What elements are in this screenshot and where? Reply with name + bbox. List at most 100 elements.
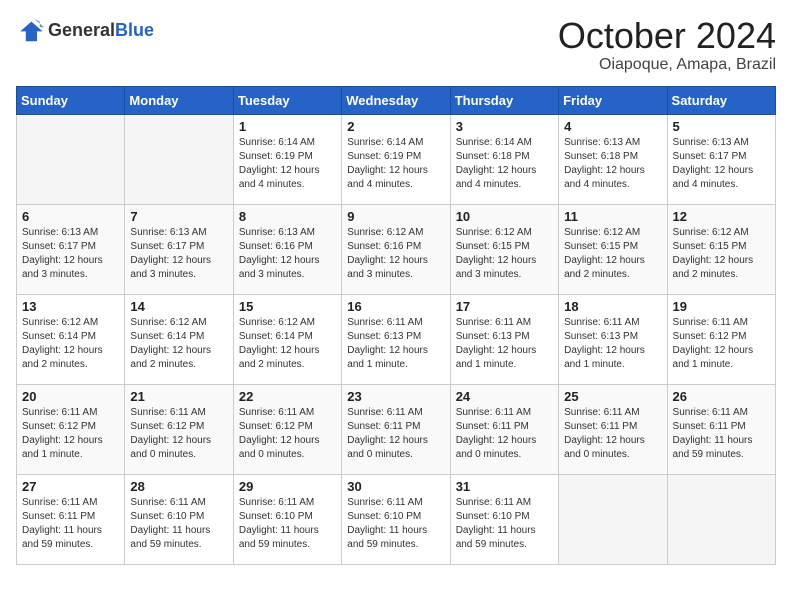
weekday-header-cell: Saturday [667,86,775,114]
logo: GeneralBlue [16,16,154,44]
day-info: Sunrise: 6:14 AM Sunset: 6:19 PM Dayligh… [239,136,336,192]
calendar-day-cell [667,474,775,564]
calendar-body: 1 Sunrise: 6:14 AM Sunset: 6:19 PM Daylig… [17,114,776,564]
calendar-day-cell: 27 Sunrise: 6:11 AM Sunset: 6:11 PM Dayli… [17,474,125,564]
day-info: Sunrise: 6:11 AM Sunset: 6:13 PM Dayligh… [456,316,553,372]
calendar-day-cell: 14Sunrise: 6:12 AM Sunset: 6:14 PM Dayli… [125,294,233,384]
calendar-day-cell: 17 Sunrise: 6:11 AM Sunset: 6:13 PM Dayli… [450,294,558,384]
calendar-day-cell: 10 Sunrise: 6:12 AM Sunset: 6:15 PM Dayli… [450,204,558,294]
calendar-day-cell: 3 Sunrise: 6:14 AM Sunset: 6:18 PM Daylig… [450,114,558,204]
day-info: Sunrise: 6:11 AM Sunset: 6:11 PM Dayligh… [673,406,770,462]
calendar-day-cell: 21Sunrise: 6:11 AM Sunset: 6:12 PM Dayli… [125,384,233,474]
calendar-week-row: 6Sunrise: 6:13 AM Sunset: 6:17 PM Daylig… [17,204,776,294]
calendar-day-cell: 24 Sunrise: 6:11 AM Sunset: 6:11 PM Dayli… [450,384,558,474]
day-number: 31 [456,479,553,494]
day-number: 9 [347,209,444,224]
weekday-header-cell: Thursday [450,86,558,114]
day-info: Sunrise: 6:12 AM Sunset: 6:15 PM Dayligh… [564,226,661,282]
day-number: 13 [22,299,119,314]
day-info: Sunrise: 6:11 AM Sunset: 6:13 PM Dayligh… [347,316,444,372]
day-number: 15 [239,299,336,314]
title-area: October 2024 Oiapoque, Amapa, Brazil [558,16,776,74]
day-number: 8 [239,209,336,224]
calendar-day-cell: 31Sunrise: 6:11 AM Sunset: 6:10 PM Dayli… [450,474,558,564]
day-number: 2 [347,119,444,134]
calendar-day-cell [17,114,125,204]
calendar-day-cell: 26 Sunrise: 6:11 AM Sunset: 6:11 PM Dayli… [667,384,775,474]
day-info: Sunrise: 6:13 AM Sunset: 6:16 PM Dayligh… [239,226,336,282]
calendar-day-cell: 20 Sunrise: 6:11 AM Sunset: 6:12 PM Dayli… [17,384,125,474]
day-info: Sunrise: 6:12 AM Sunset: 6:15 PM Dayligh… [673,226,770,282]
calendar-day-cell: 9 Sunrise: 6:12 AM Sunset: 6:16 PM Daylig… [342,204,450,294]
day-number: 20 [22,389,119,404]
weekday-header-cell: Wednesday [342,86,450,114]
day-info: Sunrise: 6:11 AM Sunset: 6:12 PM Dayligh… [239,406,336,462]
day-info: Sunrise: 6:13 AM Sunset: 6:17 PM Dayligh… [22,226,119,282]
day-number: 26 [673,389,770,404]
day-number: 4 [564,119,661,134]
day-number: 12 [673,209,770,224]
calendar-day-cell: 19 Sunrise: 6:11 AM Sunset: 6:12 PM Dayli… [667,294,775,384]
calendar-day-cell: 18Sunrise: 6:11 AM Sunset: 6:13 PM Dayli… [559,294,667,384]
calendar-week-row: 20 Sunrise: 6:11 AM Sunset: 6:12 PM Dayli… [17,384,776,474]
day-info: Sunrise: 6:13 AM Sunset: 6:17 PM Dayligh… [673,136,770,192]
calendar-day-cell: 30 Sunrise: 6:11 AM Sunset: 6:10 PM Dayli… [342,474,450,564]
day-number: 27 [22,479,119,494]
day-number: 30 [347,479,444,494]
day-info: Sunrise: 6:13 AM Sunset: 6:18 PM Dayligh… [564,136,661,192]
day-number: 3 [456,119,553,134]
day-number: 21 [130,389,227,404]
day-info: Sunrise: 6:11 AM Sunset: 6:12 PM Dayligh… [22,406,119,462]
day-number: 28 [130,479,227,494]
weekday-header-cell: Tuesday [233,86,341,114]
day-info: Sunrise: 6:12 AM Sunset: 6:14 PM Dayligh… [130,316,227,372]
day-info: Sunrise: 6:11 AM Sunset: 6:10 PM Dayligh… [347,496,444,552]
calendar-day-cell: 15 Sunrise: 6:12 AM Sunset: 6:14 PM Dayli… [233,294,341,384]
day-number: 22 [239,389,336,404]
calendar-day-cell: 1 Sunrise: 6:14 AM Sunset: 6:19 PM Daylig… [233,114,341,204]
calendar-week-row: 27 Sunrise: 6:11 AM Sunset: 6:11 PM Dayli… [17,474,776,564]
day-info: Sunrise: 6:11 AM Sunset: 6:11 PM Dayligh… [347,406,444,462]
calendar-day-cell: 29 Sunrise: 6:11 AM Sunset: 6:10 PM Dayli… [233,474,341,564]
day-number: 18 [564,299,661,314]
day-number: 1 [239,119,336,134]
day-number: 11 [564,209,661,224]
day-number: 24 [456,389,553,404]
calendar-day-cell: 5 Sunrise: 6:13 AM Sunset: 6:17 PM Daylig… [667,114,775,204]
calendar-day-cell [559,474,667,564]
day-info: Sunrise: 6:12 AM Sunset: 6:15 PM Dayligh… [456,226,553,282]
calendar-day-cell: 28Sunrise: 6:11 AM Sunset: 6:10 PM Dayli… [125,474,233,564]
calendar-day-cell: 6Sunrise: 6:13 AM Sunset: 6:17 PM Daylig… [17,204,125,294]
calendar-day-cell: 2 Sunrise: 6:14 AM Sunset: 6:19 PM Daylig… [342,114,450,204]
day-info: Sunrise: 6:11 AM Sunset: 6:12 PM Dayligh… [673,316,770,372]
location-subtitle: Oiapoque, Amapa, Brazil [558,56,776,74]
day-number: 16 [347,299,444,314]
day-info: Sunrise: 6:11 AM Sunset: 6:11 PM Dayligh… [564,406,661,462]
day-number: 7 [130,209,227,224]
day-info: Sunrise: 6:12 AM Sunset: 6:16 PM Dayligh… [347,226,444,282]
day-number: 23 [347,389,444,404]
weekday-header-cell: Sunday [17,86,125,114]
day-number: 10 [456,209,553,224]
day-info: Sunrise: 6:12 AM Sunset: 6:14 PM Dayligh… [22,316,119,372]
calendar-day-cell: 4 Sunrise: 6:13 AM Sunset: 6:18 PM Daylig… [559,114,667,204]
day-info: Sunrise: 6:12 AM Sunset: 6:14 PM Dayligh… [239,316,336,372]
day-number: 5 [673,119,770,134]
calendar-day-cell: 23 Sunrise: 6:11 AM Sunset: 6:11 PM Dayli… [342,384,450,474]
day-info: Sunrise: 6:11 AM Sunset: 6:11 PM Dayligh… [456,406,553,462]
day-info: Sunrise: 6:14 AM Sunset: 6:18 PM Dayligh… [456,136,553,192]
day-number: 29 [239,479,336,494]
day-info: Sunrise: 6:13 AM Sunset: 6:17 PM Dayligh… [130,226,227,282]
calendar-day-cell: 25Sunrise: 6:11 AM Sunset: 6:11 PM Dayli… [559,384,667,474]
day-number: 17 [456,299,553,314]
day-info: Sunrise: 6:11 AM Sunset: 6:10 PM Dayligh… [239,496,336,552]
day-number: 19 [673,299,770,314]
weekday-header-row: SundayMondayTuesdayWednesdayThursdayFrid… [17,86,776,114]
logo-text-general: General [48,20,115,40]
day-info: Sunrise: 6:14 AM Sunset: 6:19 PM Dayligh… [347,136,444,192]
calendar-day-cell: 7 Sunrise: 6:13 AM Sunset: 6:17 PM Daylig… [125,204,233,294]
calendar-day-cell: 8 Sunrise: 6:13 AM Sunset: 6:16 PM Daylig… [233,204,341,294]
header: GeneralBlue October 2024 Oiapoque, Amapa… [16,16,776,74]
logo-icon [16,16,44,44]
day-info: Sunrise: 6:11 AM Sunset: 6:11 PM Dayligh… [22,496,119,552]
